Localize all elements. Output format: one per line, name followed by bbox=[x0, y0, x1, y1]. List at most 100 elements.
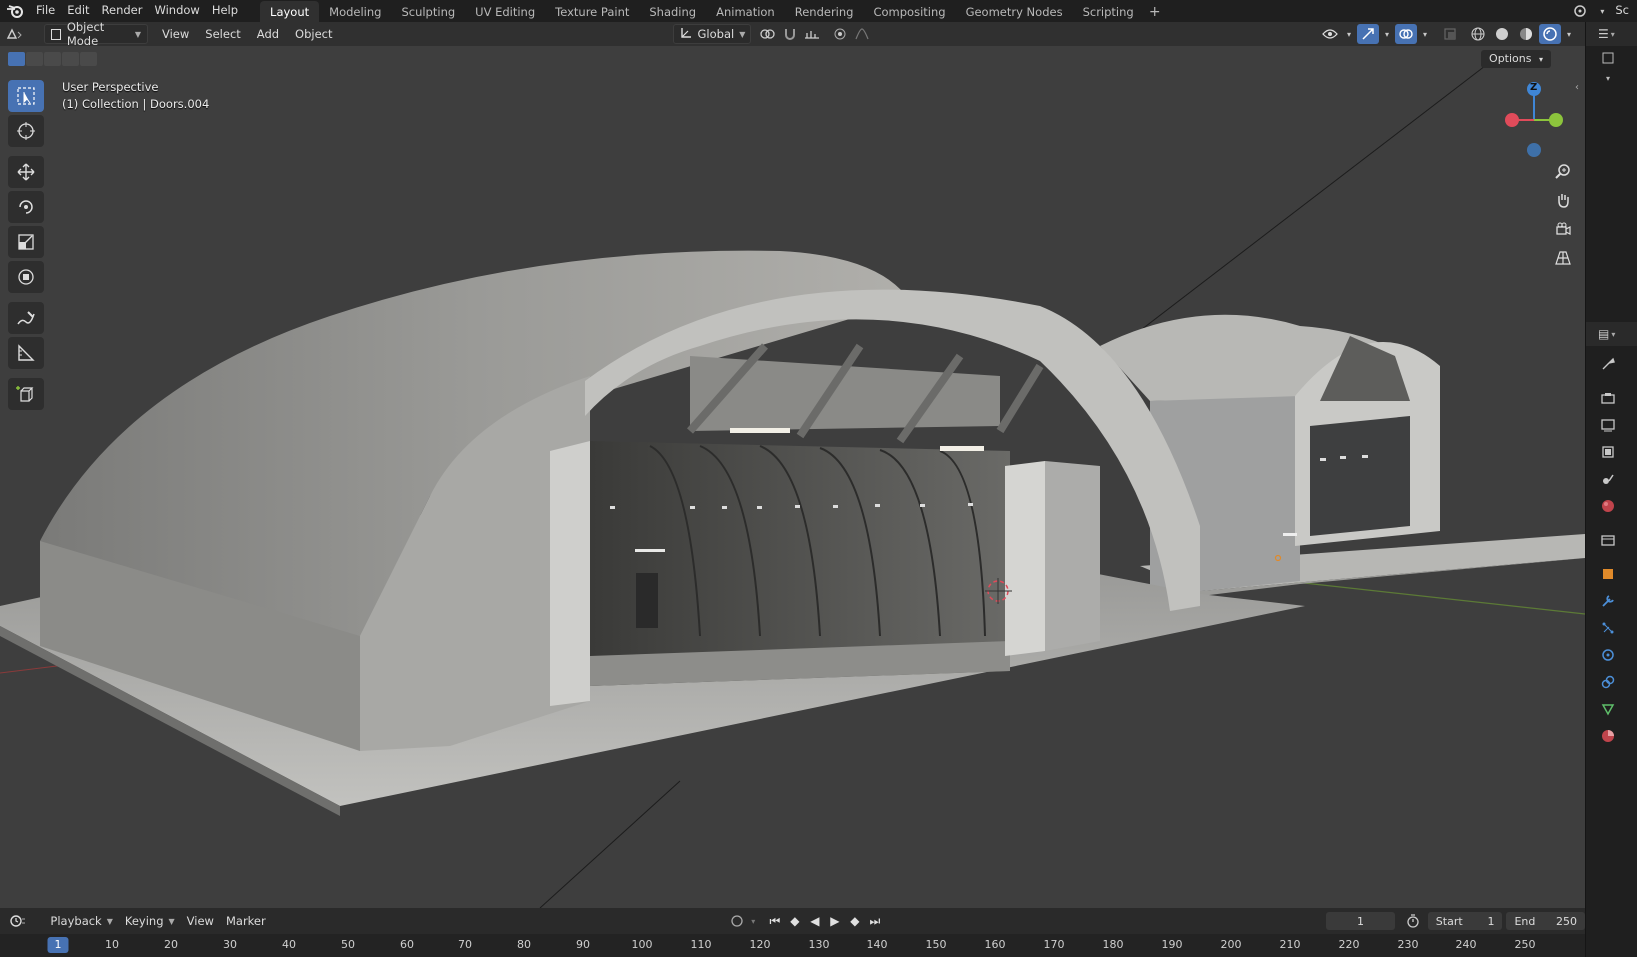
timeline-menu-keying[interactable]: Keying ▼ bbox=[119, 911, 181, 931]
mode-selector[interactable]: Object Mode ▼ bbox=[44, 20, 148, 48]
tab-sculpting[interactable]: Sculpting bbox=[391, 1, 465, 22]
add-workspace-button[interactable]: + bbox=[1144, 2, 1166, 22]
tab-geometry-nodes[interactable]: Geometry Nodes bbox=[956, 1, 1073, 22]
tab-shading[interactable]: Shading bbox=[639, 1, 706, 22]
chevron-down-icon[interactable]: ▾ bbox=[1419, 24, 1431, 44]
scene-dropdown-icon[interactable]: ▾ bbox=[1595, 1, 1609, 21]
select-new-mode-icon[interactable] bbox=[8, 52, 25, 66]
chevron-down-icon[interactable]: ▾ bbox=[1563, 24, 1575, 44]
chevron-down-icon[interactable]: ▾ bbox=[1343, 24, 1355, 44]
proportional-falloff-icon[interactable] bbox=[851, 24, 873, 44]
menu-render[interactable]: Render bbox=[96, 0, 149, 22]
tab-compositing[interactable]: Compositing bbox=[863, 1, 955, 22]
play-icon[interactable]: ▶ bbox=[827, 914, 843, 928]
menu-window[interactable]: Window bbox=[148, 0, 205, 22]
snap-icon[interactable] bbox=[779, 24, 801, 44]
overlays-toggle-icon[interactable] bbox=[1395, 24, 1417, 44]
select-invert-mode-icon[interactable] bbox=[62, 52, 79, 66]
viewport-menu-object[interactable]: Object bbox=[289, 24, 338, 44]
start-frame-field[interactable]: Start 1 bbox=[1427, 912, 1503, 930]
menu-help[interactable]: Help bbox=[206, 0, 244, 22]
scene-icon[interactable] bbox=[1569, 1, 1591, 21]
move-tool[interactable] bbox=[8, 156, 44, 188]
tab-animation[interactable]: Animation bbox=[706, 1, 785, 22]
jump-start-icon[interactable]: ⏮ bbox=[767, 914, 783, 929]
particle-properties-icon[interactable] bbox=[1600, 620, 1616, 636]
chevron-down-icon[interactable]: ▾ bbox=[1381, 24, 1393, 44]
physics-properties-icon[interactable] bbox=[1600, 647, 1616, 663]
data-properties-icon[interactable] bbox=[1600, 701, 1616, 717]
constraint-properties-icon[interactable] bbox=[1600, 674, 1616, 690]
tab-uv-editing[interactable]: UV Editing bbox=[465, 1, 545, 22]
world-properties-icon[interactable] bbox=[1600, 498, 1616, 514]
navigation-gizmo[interactable]: Z bbox=[1500, 80, 1564, 158]
blender-logo-icon[interactable] bbox=[0, 0, 30, 22]
modifier-properties-icon[interactable] bbox=[1600, 593, 1616, 609]
select-box-tool[interactable] bbox=[8, 80, 44, 112]
proportional-editing-icon[interactable] bbox=[829, 24, 851, 44]
current-frame-field[interactable]: 1 bbox=[1325, 912, 1395, 930]
outliner-editor-type-icon[interactable]: ☰ bbox=[1598, 27, 1609, 41]
select-subtract-mode-icon[interactable] bbox=[44, 52, 61, 66]
editor-type-icon[interactable] bbox=[0, 24, 30, 44]
tab-layout[interactable]: Layout bbox=[260, 1, 320, 22]
view-layer-properties-icon[interactable] bbox=[1600, 444, 1616, 460]
rendered-shading-icon[interactable] bbox=[1539, 24, 1561, 44]
timeline-menu-view[interactable]: View bbox=[181, 911, 220, 931]
timeline-editor-type-icon[interactable] bbox=[4, 911, 32, 931]
tab-scripting[interactable]: Scripting bbox=[1073, 1, 1144, 22]
end-frame-field[interactable]: End 250 bbox=[1506, 912, 1585, 930]
play-reverse-icon[interactable]: ◀ bbox=[807, 914, 823, 928]
outliner-expand-icon[interactable]: ▾ bbox=[1600, 70, 1616, 86]
jump-end-icon[interactable]: ⏭ bbox=[867, 914, 883, 929]
timeline-ruler[interactable]: 1 10 20 30 40 50 60 70 80 90 100 110 120… bbox=[0, 934, 1585, 957]
camera-view-icon[interactable] bbox=[1551, 217, 1575, 241]
output-properties-icon[interactable] bbox=[1600, 417, 1616, 433]
transform-tool[interactable] bbox=[8, 261, 44, 293]
select-intersect-mode-icon[interactable] bbox=[80, 52, 97, 66]
tab-rendering[interactable]: Rendering bbox=[785, 1, 864, 22]
perspective-grid-icon[interactable] bbox=[1551, 246, 1575, 270]
measure-tool[interactable] bbox=[8, 337, 44, 369]
viewport-menu-select[interactable]: Select bbox=[199, 24, 246, 44]
viewport-menu-view[interactable]: View bbox=[156, 24, 195, 44]
rotate-tool[interactable] bbox=[8, 191, 44, 223]
gizmo-toggle-icon[interactable] bbox=[1357, 24, 1379, 44]
viewport-menu-add[interactable]: Add bbox=[251, 24, 285, 44]
next-keyframe-icon[interactable]: ◆ bbox=[847, 914, 863, 928]
visibility-eye-icon[interactable] bbox=[1319, 24, 1341, 44]
solid-shading-icon[interactable] bbox=[1491, 24, 1513, 44]
material-properties-icon[interactable] bbox=[1600, 728, 1616, 744]
object-properties-icon[interactable] bbox=[1600, 566, 1616, 582]
scale-tool[interactable] bbox=[8, 226, 44, 258]
3d-viewport[interactable]: User Perspective (1) Collection | Doors.… bbox=[0, 46, 1585, 908]
pivot-point-icon[interactable] bbox=[757, 24, 779, 44]
xray-toggle-icon[interactable] bbox=[1439, 24, 1461, 44]
zoom-icon[interactable] bbox=[1551, 159, 1575, 183]
properties-editor-type-icon[interactable]: ▤ bbox=[1598, 327, 1609, 341]
scene-properties-icon[interactable] bbox=[1600, 471, 1616, 487]
viewport-options-button[interactable]: Options ▾ bbox=[1481, 50, 1551, 68]
prev-keyframe-icon[interactable]: ◆ bbox=[787, 914, 803, 928]
cursor-tool[interactable] bbox=[8, 115, 44, 147]
auto-keying-icon[interactable] bbox=[727, 911, 748, 931]
timeline-menu-playback[interactable]: Playback ▼ bbox=[44, 911, 118, 931]
tool-properties-icon[interactable] bbox=[1600, 356, 1616, 372]
sidebar-toggle-icon[interactable]: ‹ bbox=[1575, 82, 1579, 93]
chevron-down-icon[interactable]: ▾ bbox=[748, 911, 759, 931]
timeline-menu-marker[interactable]: Marker bbox=[220, 911, 272, 931]
transform-orientation-selector[interactable]: Global ▼ bbox=[672, 24, 751, 44]
annotate-tool[interactable] bbox=[8, 302, 44, 334]
stopwatch-icon[interactable] bbox=[1403, 911, 1424, 931]
add-cube-tool[interactable] bbox=[8, 378, 44, 410]
menu-edit[interactable]: Edit bbox=[61, 0, 95, 22]
select-extend-mode-icon[interactable] bbox=[26, 52, 43, 66]
render-properties-icon[interactable] bbox=[1600, 390, 1616, 406]
collection-properties-icon[interactable] bbox=[1600, 532, 1616, 548]
tab-texture-paint[interactable]: Texture Paint bbox=[545, 1, 639, 22]
pan-hand-icon[interactable] bbox=[1551, 188, 1575, 212]
snap-target-icon[interactable] bbox=[801, 24, 823, 44]
current-frame-indicator[interactable]: 1 bbox=[47, 937, 69, 953]
wireframe-shading-icon[interactable] bbox=[1467, 24, 1489, 44]
outliner-filter-icon[interactable] bbox=[1600, 50, 1616, 66]
